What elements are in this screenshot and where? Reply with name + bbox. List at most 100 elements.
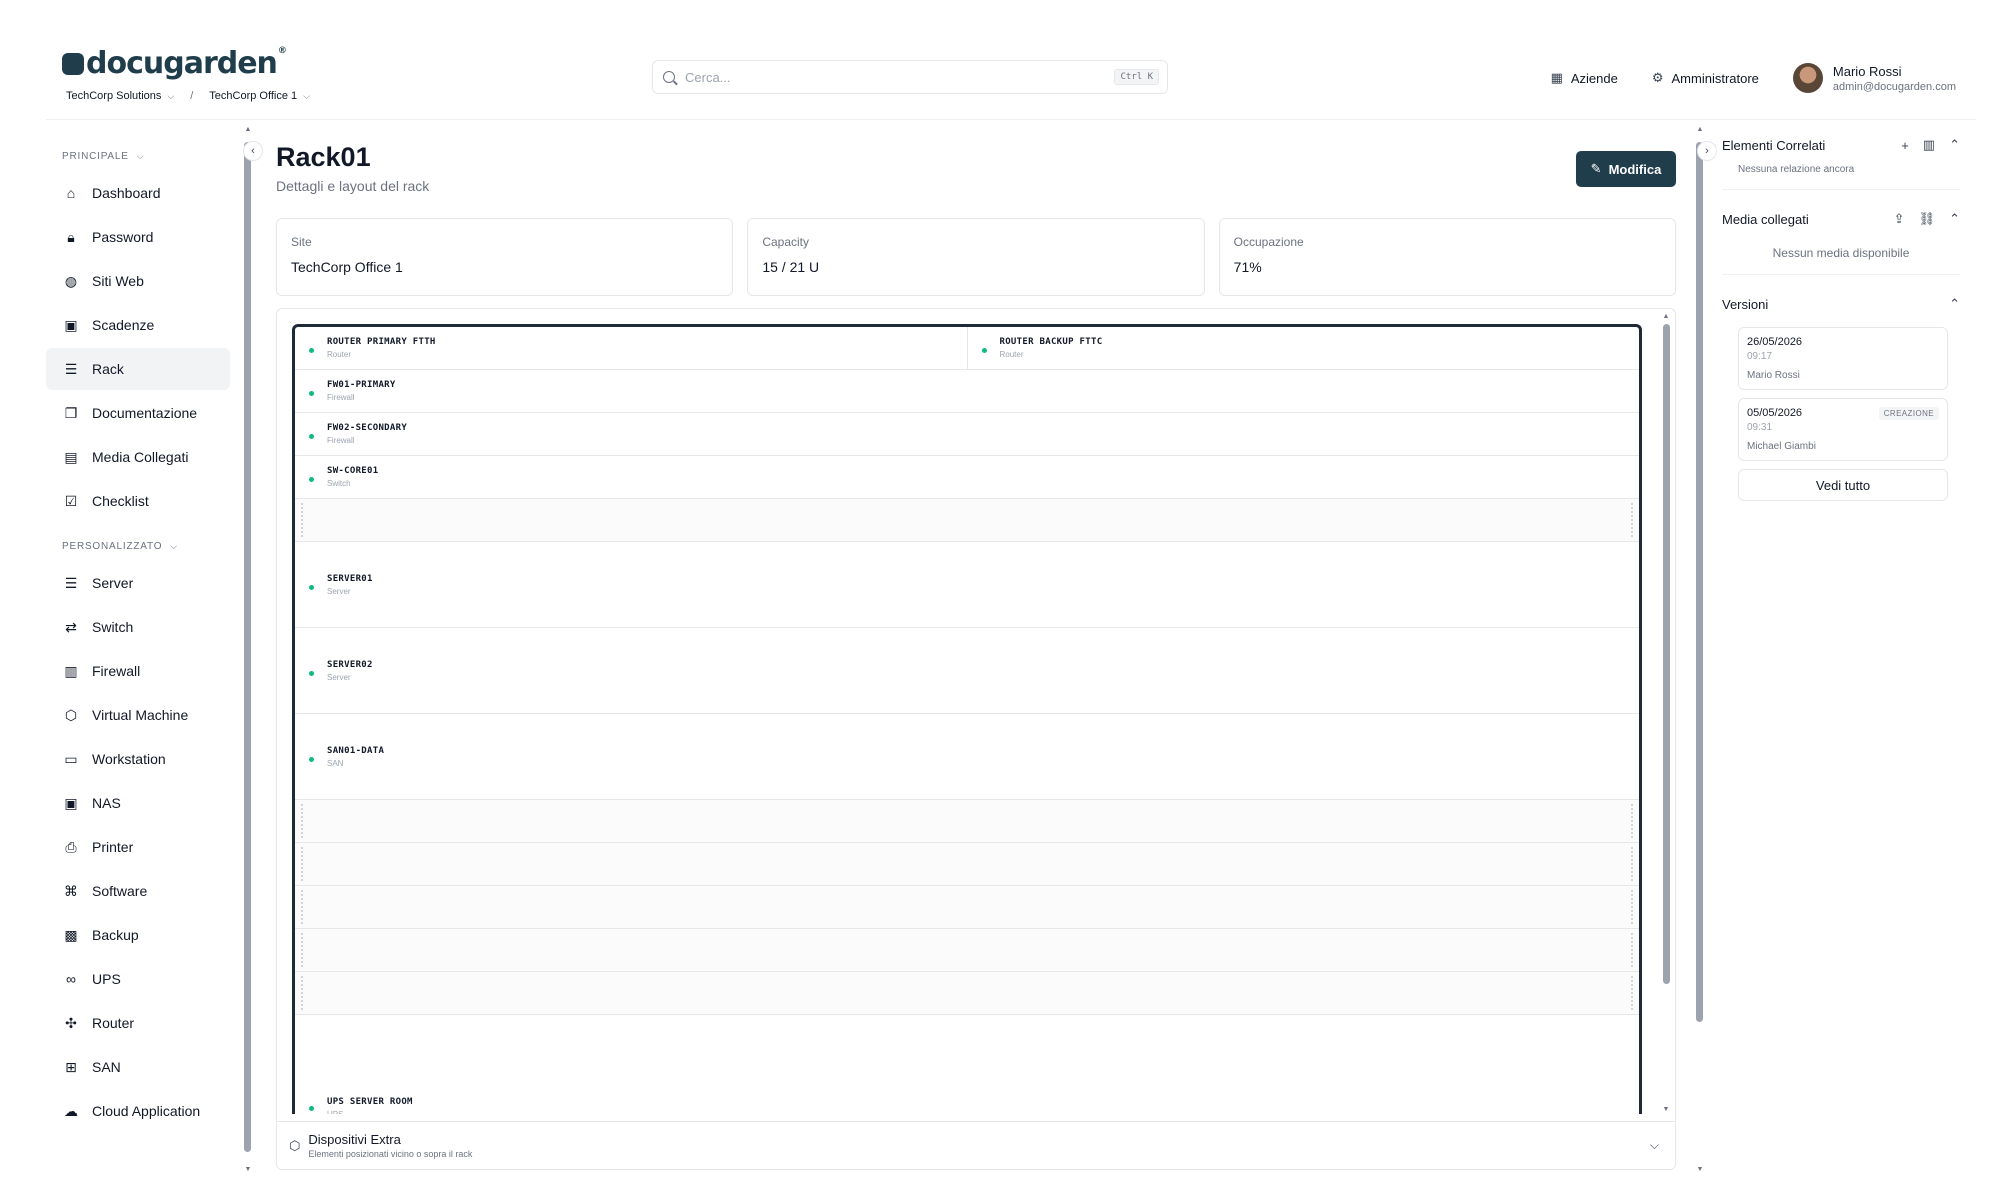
scroll-down-arrow[interactable]: ▼: [1661, 1106, 1671, 1113]
edit-icon: ✎: [1590, 161, 1602, 176]
scroll-up-arrow[interactable]: ▲: [244, 126, 252, 133]
sidebar-scrollbar[interactable]: ▲ ▼: [244, 126, 252, 1176]
stat-site: Site TechCorp Office 1: [276, 218, 734, 296]
hard-drive-icon: ▣: [64, 794, 78, 811]
version-item[interactable]: 26/05/2026 09:17 Mario Rossi: [1738, 327, 1948, 390]
edit-button[interactable]: ✎ Modifica: [1576, 151, 1676, 187]
sidebar-item-software[interactable]: ⌘ Software: [46, 870, 230, 912]
chevron-down-icon[interactable]: ⌵: [167, 91, 174, 102]
rack-device-san01[interactable]: SAN01-DATA SAN: [295, 714, 1639, 799]
rack-empty-slot[interactable]: [295, 800, 1639, 843]
stat-capacity: Capacity 15 / 21 U: [747, 218, 1205, 296]
user-menu[interactable]: Mario Rossi admin@docugarden.com: [1792, 63, 1956, 93]
chevron-up-icon[interactable]: ⌃: [1949, 137, 1960, 153]
sidebar-item-workstation[interactable]: ▭ Workstation: [46, 738, 230, 780]
sidebar-item-checklist[interactable]: ☑ Checklist: [46, 480, 230, 522]
docugarden-logo[interactable]: docugarden®: [62, 46, 287, 81]
sidebar-item-siti-web[interactable]: ◍ Siti Web: [46, 260, 230, 302]
rack-device-server02[interactable]: SERVER02 Server: [295, 628, 1639, 713]
sidebar-scroll-thumb[interactable]: [244, 142, 251, 1152]
rack-slot: SAN01-DATA SAN: [295, 714, 1639, 800]
linked-media-section: Media collegati ⇪ ⛓ ⌃ Nessun media dispo…: [1722, 204, 1960, 275]
server-rack-icon: ☰: [64, 360, 78, 377]
chevron-down-icon[interactable]: ⌵: [303, 91, 310, 102]
scroll-down-arrow[interactable]: ▼: [1696, 1166, 1704, 1173]
versions-section: Versioni ⌃ 26/05/2026 09:17 Mario Rossi …: [1722, 289, 1960, 515]
scroll-up-arrow[interactable]: ▲: [1661, 313, 1671, 320]
plus-icon[interactable]: +: [1901, 138, 1909, 153]
main-content: Rack01 Dettagli e layout del rack ✎ Modif…: [276, 130, 1676, 1170]
rack-device-fw01[interactable]: FW01-PRIMARY Firewall: [295, 370, 1639, 412]
sidebar-item-printer[interactable]: ⎙ Printer: [46, 826, 230, 868]
sidebar-item-ups[interactable]: ∞ UPS: [46, 958, 230, 1000]
search-box[interactable]: Ctrl K: [652, 60, 1168, 94]
network-icon: ⊞: [65, 1058, 77, 1075]
collapse-sidebar-button[interactable]: ‹: [243, 141, 263, 161]
related-items-section: Elementi Correlati + ▥ ⌃ Nessuna relazio…: [1722, 130, 1960, 190]
rack-device-router-primary[interactable]: ROUTER PRIMARY FTTH Router: [295, 327, 967, 369]
main-scrollbar[interactable]: ▲ ▼: [1696, 126, 1704, 1176]
section-personalizzato[interactable]: PERSONALIZZATO ⌵: [62, 536, 246, 556]
toggle-right-panel-button[interactable]: ›: [1697, 141, 1717, 161]
sidebar-item-rack[interactable]: ☰ Rack: [46, 348, 230, 390]
rack-empty-slot[interactable]: [295, 929, 1639, 972]
rack-empty-slot[interactable]: [295, 843, 1639, 886]
extra-devices-section[interactable]: ⬡ Dispositivi Extra Elementi posizionati…: [277, 1121, 1675, 1169]
rack-device-sw-core01[interactable]: SW-CORE01 Switch: [295, 456, 1639, 498]
sidebar-item-firewall[interactable]: ▥ Firewall: [46, 650, 230, 692]
search-icon: [663, 71, 675, 83]
companies-link[interactable]: ▦ Aziende: [1551, 70, 1618, 86]
rack-scrollbar[interactable]: ▲ ▼: [1661, 313, 1671, 1113]
rack-device-ups[interactable]: UPS SERVER ROOMUPS: [295, 1015, 1639, 1114]
rack-empty-slot[interactable]: [295, 886, 1639, 929]
breadcrumb-site[interactable]: TechCorp Office 1: [209, 90, 297, 102]
search-input[interactable]: [685, 69, 1085, 85]
rack-frame: ROUTER PRIMARY FTTH Router ROUTER BACKUP …: [292, 324, 1642, 1114]
chevron-up-icon[interactable]: ⌃: [1949, 211, 1960, 227]
admin-link[interactable]: ⚙ Amministratore: [1652, 70, 1759, 86]
search-shortcut: Ctrl K: [1114, 69, 1159, 85]
sidebar-item-documentazione[interactable]: ❐ Documentazione: [46, 392, 230, 434]
version-item[interactable]: 05/05/2026 09:31 Michael Giambi CREAZION…: [1738, 398, 1948, 461]
rack-device-server01[interactable]: SERVER01 Server: [295, 542, 1639, 627]
sidebar-item-dashboard[interactable]: ⌂ Dashboard: [46, 172, 230, 214]
status-dot: [309, 477, 314, 482]
top-nav: ▦ Aziende ⚙ Amministratore Mario Rossi a…: [1551, 56, 1976, 100]
rack-device-router-backup[interactable]: ROUTER BACKUP FTTC Router: [966, 327, 1640, 369]
sidebar-item-scadenze[interactable]: ▣ Scadenze: [46, 304, 230, 346]
chevron-up-icon[interactable]: ⌃: [1949, 296, 1960, 312]
sidebar-item-media-collegati[interactable]: ▤ Media Collegati: [46, 436, 230, 478]
sidebar-item-virtual-machine[interactable]: ⬡ Virtual Machine: [46, 694, 230, 736]
upload-icon[interactable]: ⇪: [1894, 211, 1905, 227]
battery-icon: ∞: [66, 971, 76, 987]
map-icon[interactable]: ▥: [1923, 137, 1935, 153]
status-dot: [981, 348, 987, 353]
sidebar-item-server[interactable]: ☰ Server: [46, 562, 230, 604]
sidebar-item-router[interactable]: ✣ Router: [46, 1002, 230, 1044]
link-icon[interactable]: ⛓: [1919, 211, 1936, 227]
section-principale[interactable]: PRINCIPALE ⌵: [62, 146, 246, 166]
sidebar-item-cloud-application[interactable]: ☁ Cloud Application: [46, 1090, 230, 1132]
chevron-down-icon[interactable]: ⌵: [1650, 1138, 1659, 1153]
rack-empty-slot[interactable]: [295, 499, 1639, 542]
rack-device-fw02[interactable]: FW02-SECONDARY Firewall: [295, 413, 1639, 455]
status-dot: [309, 584, 314, 590]
chevron-down-icon: ⌵: [136, 150, 145, 161]
sidebar-item-backup[interactable]: ▩ Backup: [46, 914, 230, 956]
main-scroll-thumb[interactable]: [1696, 142, 1703, 1022]
sidebar-item-switch[interactable]: ⇄ Switch: [46, 606, 230, 648]
scroll-up-arrow[interactable]: ▲: [1696, 126, 1704, 133]
sidebar-item-nas[interactable]: ▣ NAS: [46, 782, 230, 824]
breadcrumb-separator: /: [190, 90, 194, 102]
rack-empty-slot[interactable]: [295, 972, 1639, 1015]
scroll-down-arrow[interactable]: ▼: [244, 1166, 252, 1173]
breadcrumb-company[interactable]: TechCorp Solutions: [66, 90, 161, 102]
see-all-versions-button[interactable]: Vedi tutto: [1738, 469, 1948, 501]
sidebar-item-san[interactable]: ⊞ SAN: [46, 1046, 230, 1088]
user-email: admin@docugarden.com: [1832, 80, 1956, 93]
related-empty-text: Nessuna relazione ancora: [1738, 164, 1855, 175]
router-icon: ✣: [65, 1014, 77, 1031]
rack-scroll-thumb[interactable]: [1662, 324, 1670, 984]
chevron-down-icon: ⌵: [170, 540, 178, 551]
sidebar-item-password[interactable]: 🔒︎ Password: [46, 216, 230, 258]
